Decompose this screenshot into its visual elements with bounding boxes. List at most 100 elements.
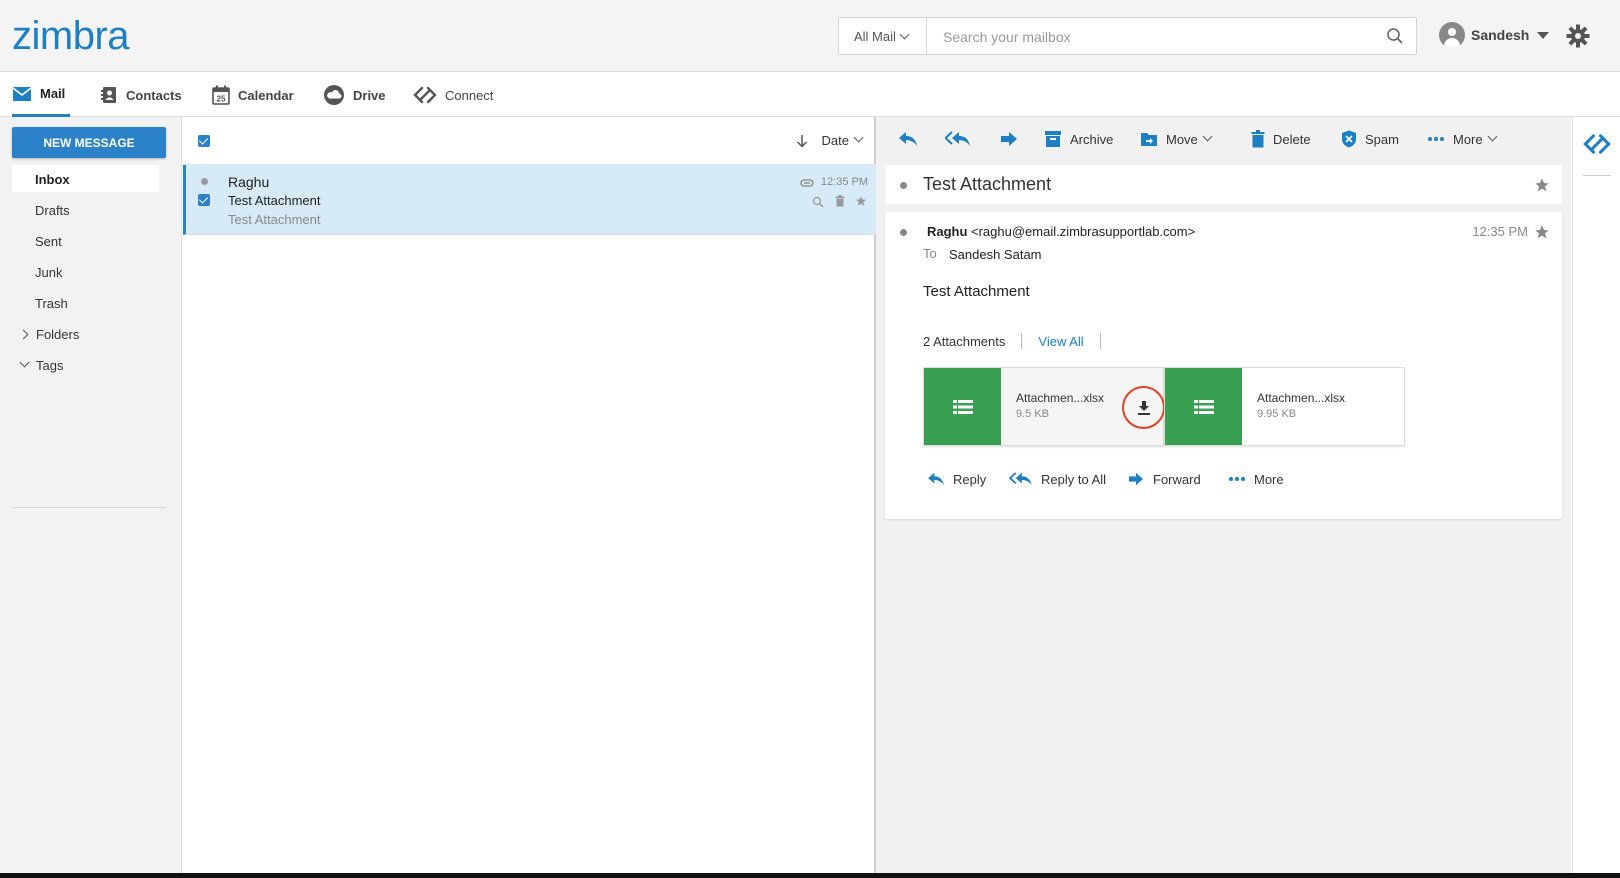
forward-button[interactable] <box>1000 129 1026 149</box>
message-list: Date Raghu Test Attachment Test Attachme… <box>183 117 876 878</box>
sort-dropdown[interactable]: Date <box>796 132 864 148</box>
reply-icon <box>899 132 917 146</box>
caret-down-icon <box>1537 31 1550 39</box>
sender-email[interactable]: <raghu@email.zimbrasupportlab.com> <box>971 224 1195 239</box>
calendar-day-number: 25 <box>217 95 226 104</box>
sidebar-item-drafts[interactable]: Drafts <box>12 196 159 223</box>
trash-icon[interactable] <box>835 195 845 207</box>
forward-action[interactable]: Forward <box>1127 468 1201 490</box>
reply-all-button[interactable] <box>945 129 979 149</box>
more-dots-icon <box>1428 137 1444 141</box>
attachments-count: 2 Attachments <box>923 333 1006 349</box>
attachment-size: 9.95 KB <box>1257 408 1297 420</box>
move-folder-icon <box>1141 133 1157 146</box>
trash-icon <box>1251 130 1265 148</box>
star-icon[interactable] <box>1534 177 1550 193</box>
message-list-header: Date <box>183 117 876 165</box>
divider <box>1583 175 1611 176</box>
contacts-icon <box>101 87 116 103</box>
divider <box>1099 333 1101 349</box>
more-action[interactable]: More <box>1228 468 1284 490</box>
search-input[interactable]: Search your mailbox <box>943 29 1071 45</box>
message-time: 12:35 PM <box>1472 224 1528 239</box>
attachment-card[interactable]: Attachmen...xlsx 9.95 KB <box>1164 367 1405 446</box>
reader-toolbar: Archive Move Delete Spam More <box>876 117 1571 161</box>
tab-mail[interactable]: Mail <box>12 73 70 117</box>
forward-label: Forward <box>1153 471 1201 487</box>
archive-button[interactable]: Archive <box>1044 129 1113 149</box>
message-from: Raghu <box>228 174 270 190</box>
zimbra-logo[interactable]: zimbra <box>12 14 130 59</box>
star-icon[interactable] <box>855 195 867 207</box>
view-all-link[interactable]: View All <box>1038 334 1083 349</box>
star-icon[interactable] <box>1534 224 1550 240</box>
arrow-down-icon <box>796 134 807 148</box>
move-button[interactable]: Move <box>1140 129 1213 149</box>
attachment-name: Attachmen...xlsx <box>1016 391 1105 405</box>
window-bottom-edge <box>0 873 1620 878</box>
tab-calendar[interactable]: 25 Calendar <box>212 73 294 117</box>
recipient-name[interactable]: Sandesh Satam <box>949 247 1042 262</box>
chevron-right-icon <box>18 329 29 340</box>
reply-action[interactable]: Reply <box>927 468 986 490</box>
attachment-card[interactable]: Attachmen...xlsx 9.5 KB <box>923 367 1165 446</box>
calendar-icon: 25 <box>212 85 230 105</box>
tab-contacts-label: Contacts <box>126 87 182 103</box>
reply-button[interactable] <box>898 129 926 149</box>
forward-icon <box>1129 472 1143 486</box>
connect-icon[interactable] <box>1583 133 1611 155</box>
unread-dot[interactable] <box>900 229 907 236</box>
sidebar-item-folders[interactable]: Folders <box>12 320 159 347</box>
chevron-down-icon <box>899 29 910 40</box>
tab-drive-label: Drive <box>353 87 386 103</box>
connect-icon <box>413 86 437 104</box>
right-rail <box>1572 117 1620 878</box>
new-message-button[interactable]: NEW MESSAGE <box>12 127 166 158</box>
chevron-down-icon <box>853 132 864 143</box>
tab-calendar-label: Calendar <box>238 87 294 103</box>
delete-button[interactable]: Delete <box>1251 129 1311 149</box>
sidebar-item-sent[interactable]: Sent <box>12 227 159 254</box>
sidebar-item-trash[interactable]: Trash <box>12 289 159 316</box>
spam-label: Spam <box>1365 131 1399 147</box>
search-scope-dropdown[interactable]: All Mail <box>839 18 927 54</box>
search-icon[interactable] <box>1386 27 1404 50</box>
sidebar-item-junk[interactable]: Junk <box>12 258 159 285</box>
attachment-size: 9.5 KB <box>1016 408 1050 420</box>
folders-label: Folders <box>36 327 80 342</box>
sort-label: Date <box>821 133 849 148</box>
conversation-subject: Test Attachment <box>923 174 1052 194</box>
cloud-icon <box>324 85 344 105</box>
divider <box>1021 333 1023 349</box>
search-scope-label: All Mail <box>854 29 896 44</box>
sidebar-item-tags[interactable]: Tags <box>12 351 159 378</box>
attachments-bar: 2 Attachments View All <box>923 332 1117 350</box>
spam-button[interactable]: Spam <box>1341 129 1399 149</box>
download-button[interactable] <box>1122 386 1165 429</box>
unread-dot[interactable] <box>201 178 208 185</box>
user-menu[interactable]: Sandesh <box>1439 21 1550 49</box>
gear-icon[interactable] <box>1566 24 1590 53</box>
unread-dot[interactable] <box>900 182 907 189</box>
app-window: zimbra All Mail Search your mailbox Sand… <box>0 0 1620 878</box>
more-button[interactable]: More <box>1427 129 1498 149</box>
spreadsheet-icon <box>1165 368 1242 445</box>
select-all-checkbox[interactable] <box>198 135 210 147</box>
message-checkbox[interactable] <box>198 194 210 206</box>
tab-mail-label: Mail <box>40 86 66 101</box>
archive-icon <box>1045 131 1061 147</box>
attachment-icon <box>800 179 814 187</box>
tab-drive[interactable]: Drive <box>323 73 386 117</box>
message-subject: Test Attachment <box>228 193 321 208</box>
list-item[interactable]: Raghu Test Attachment Test Attachment 12… <box>183 165 876 235</box>
reading-pane: Archive Move Delete Spam More Test Attac… <box>876 117 1571 878</box>
reply-icon <box>928 472 944 486</box>
reply-all-action[interactable]: Reply to All <box>1009 468 1106 490</box>
move-label: Move <box>1166 131 1198 147</box>
sidebar-item-inbox[interactable]: Inbox <box>12 165 159 192</box>
sender-name[interactable]: Raghu <box>927 224 967 239</box>
tab-contacts[interactable]: Contacts <box>100 73 182 117</box>
search-icon[interactable] <box>812 196 824 208</box>
message-time: 12:35 PM <box>820 176 868 188</box>
tab-connect[interactable]: Connect <box>413 73 493 117</box>
